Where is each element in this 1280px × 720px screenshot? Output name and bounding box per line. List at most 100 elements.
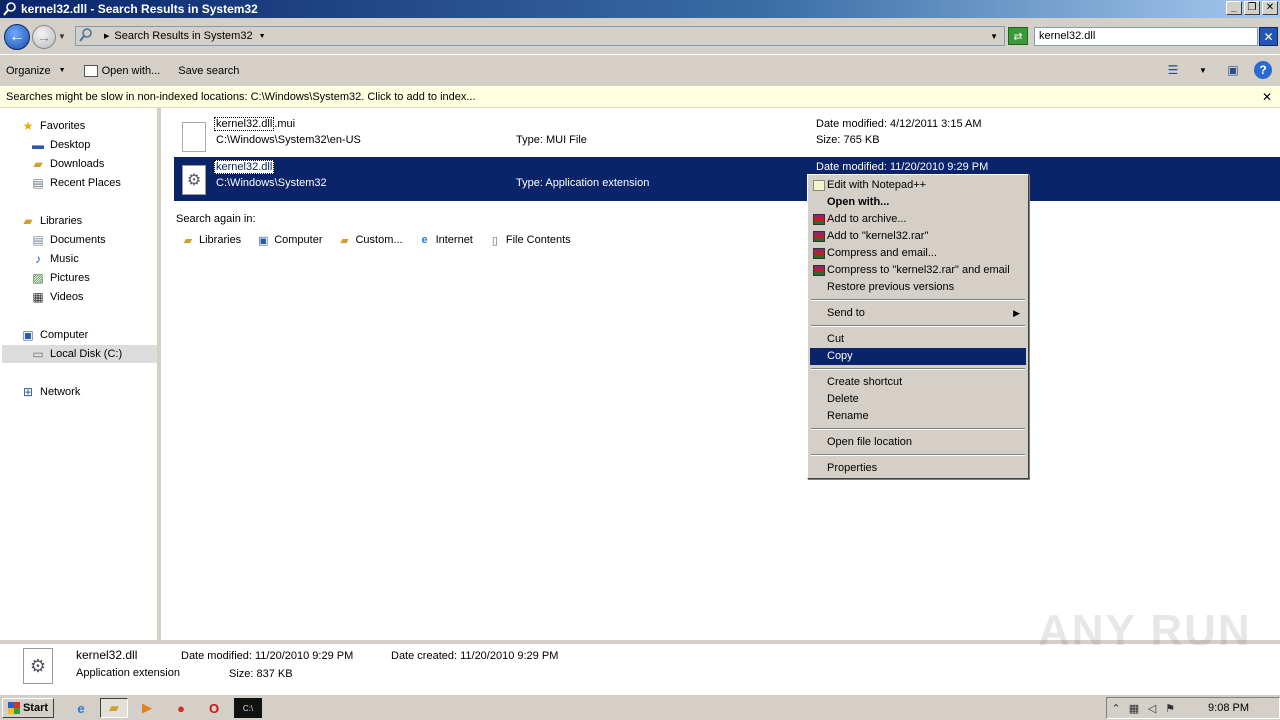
change-view-icon[interactable]: ☰ (1164, 61, 1182, 79)
hard-drive-icon: ▭ (32, 347, 44, 361)
internet-explorer-icon[interactable]: e (70, 698, 92, 718)
volume-icon[interactable]: ◁ (1143, 702, 1161, 715)
nav-pictures[interactable]: ▨ Pictures (30, 269, 89, 287)
address-bar: ← → ▼ ▶ Search Results in System32 ▼ ▼ ⇄… (0, 18, 1280, 54)
menu-item-open-with[interactable]: Open with... (810, 194, 1026, 211)
details-name: kernel32.dll (76, 648, 138, 662)
maximize-button[interactable]: ❐ (1244, 1, 1260, 15)
media-player-icon[interactable]: ▶ (136, 698, 158, 718)
preview-pane-icon[interactable]: ▣ (1224, 61, 1242, 79)
breadcrumb-search-results[interactable]: Search Results in System32 (114, 30, 252, 42)
nav-music[interactable]: ♪ Music (30, 250, 79, 268)
nav-desktop[interactable]: ▬ Desktop (30, 136, 90, 154)
help-icon[interactable]: ? (1254, 61, 1272, 79)
arrow-right-icon: → (37, 29, 51, 45)
view-dropdown-icon[interactable]: ▼ (1194, 61, 1212, 79)
result-path: C:\Windows\System32 (216, 177, 327, 189)
minimize-button[interactable]: _ (1226, 1, 1242, 15)
index-info-bar[interactable]: Searches might be slow in non-indexed lo… (0, 86, 1280, 108)
search-again-file-contents-label: File Contents (505, 234, 571, 246)
address-dropdown-icon[interactable]: ▼ (990, 32, 998, 41)
search-again-internet[interactable]: e Internet (417, 233, 473, 247)
nav-network[interactable]: ⊞ Network (20, 383, 80, 401)
menu-item-create-shortcut[interactable]: Create shortcut (810, 374, 1026, 391)
submenu-arrow-icon: ▶ (1013, 308, 1020, 318)
nav-libraries[interactable]: ▰ Libraries (20, 212, 82, 230)
clear-search-button[interactable]: ✕ (1259, 27, 1278, 46)
menu-label: Edit with Notepad++ (827, 179, 927, 191)
show-hidden-icons-icon[interactable]: ⌃ (1107, 702, 1125, 715)
menu-item-open-file-location[interactable]: Open file location (810, 434, 1026, 451)
menu-label: Add to archive... (827, 213, 907, 225)
search-again-custom-label: Custom... (355, 234, 403, 246)
search-again-libraries[interactable]: ▰ Libraries (180, 233, 241, 247)
menu-separator (811, 368, 1025, 370)
chrome-icon[interactable]: ● (170, 698, 192, 718)
navigation-pane: ★ Favorites ▬ Desktop ▰ Downloads ▤ Rece… (0, 108, 157, 640)
result-type: Type: MUI File (516, 134, 587, 146)
search-again-computer[interactable]: ▣ Computer (255, 233, 323, 247)
organize-button[interactable]: Organize ▼ (0, 65, 72, 77)
menu-item-rename[interactable]: Rename (810, 408, 1026, 425)
menu-item-compress-rar-email[interactable]: Compress to "kernel32.rar" and email (810, 262, 1026, 279)
nav-network-label: Network (40, 386, 81, 398)
address-field[interactable]: ▶ Search Results in System32 ▼ ▼ (75, 26, 1005, 46)
explorer-taskbar-icon[interactable]: ▰ (100, 698, 128, 718)
menu-item-delete[interactable]: Delete (810, 391, 1026, 408)
save-search-button[interactable]: Save search (172, 65, 245, 77)
breadcrumb-dropdown-icon[interactable]: ▼ (259, 33, 266, 40)
nav-downloads[interactable]: ▰ Downloads (30, 155, 104, 173)
search-again-label: Search again in: (176, 213, 256, 225)
start-button[interactable]: Start (2, 698, 54, 718)
context-menu: Edit with Notepad++ Open with... Add to … (807, 174, 1029, 479)
search-again-file-contents[interactable]: ▯ File Contents (487, 233, 571, 247)
result-row-selected[interactable]: ⚙ kernel32.dll C:\Windows\System32 Type:… (174, 157, 1280, 201)
result-path: C:\Windows\System32\en-US (216, 134, 361, 146)
result-row[interactable]: kernel32.dll .mui C:\Windows\System32\en-… (174, 114, 1280, 158)
info-bar-close-icon[interactable]: ✕ (1262, 86, 1272, 108)
search-window-icon (2, 1, 18, 17)
breadcrumb-chevron-icon[interactable]: ▶ (104, 32, 109, 40)
action-center-flag-icon[interactable]: ⚑ (1161, 702, 1179, 715)
nav-local-disk[interactable]: ▭ Local Disk (C:) (2, 345, 157, 363)
open-with-button[interactable]: Open with... (78, 64, 167, 77)
result-type: Type: Application extension (516, 177, 650, 189)
menu-label: Delete (827, 393, 859, 405)
menu-item-restore-previous[interactable]: Restore previous versions (810, 279, 1026, 296)
menu-item-edit-notepadpp[interactable]: Edit with Notepad++ (810, 177, 1026, 194)
network-icon: ⊞ (22, 385, 34, 399)
menu-separator (811, 428, 1025, 430)
menu-item-send-to[interactable]: Send to ▶ (810, 305, 1026, 322)
result-date: Date modified: 4/12/2011 3:15 AM (816, 118, 982, 130)
menu-item-add-to-archive[interactable]: Add to archive... (810, 211, 1026, 228)
clock[interactable]: 9:08 PM (1208, 702, 1249, 714)
refresh-button[interactable]: ⇄ (1008, 27, 1028, 45)
nav-favorites[interactable]: ★ Favorites (20, 117, 86, 135)
details-size: Size: 837 KB (229, 668, 293, 680)
menu-label: Create shortcut (827, 376, 903, 388)
file-icon (182, 122, 206, 152)
search-again-internet-label: Internet (435, 234, 473, 246)
search-input[interactable]: kernel32.dll (1034, 27, 1258, 46)
info-bar-text: Searches might be slow in non-indexed lo… (6, 91, 476, 103)
command-prompt-icon[interactable]: C:\ (234, 698, 262, 718)
nav-computer[interactable]: ▣ Computer (20, 326, 88, 344)
nav-recent-places[interactable]: ▤ Recent Places (30, 174, 121, 192)
menu-separator (811, 454, 1025, 456)
back-button[interactable]: ← (4, 24, 30, 50)
windows-logo-icon (7, 702, 20, 714)
network-status-icon[interactable]: ▦ (1125, 702, 1143, 715)
search-again-custom[interactable]: ▰ Custom... (336, 233, 402, 247)
menu-item-properties[interactable]: Properties (810, 460, 1026, 477)
opera-icon[interactable]: O (203, 698, 225, 718)
recent-pages-dropdown[interactable]: ▼ (58, 32, 66, 41)
close-button[interactable]: ✕ (1262, 1, 1278, 15)
menu-item-compress-email[interactable]: Compress and email... (810, 245, 1026, 262)
nav-documents[interactable]: ▤ Documents (30, 231, 105, 249)
forward-button[interactable]: → (32, 25, 56, 49)
menu-item-copy[interactable]: Copy (810, 348, 1026, 365)
menu-item-cut[interactable]: Cut (810, 331, 1026, 348)
folder-icon: ▰ (340, 234, 349, 247)
menu-item-add-to-rar[interactable]: Add to "kernel32.rar" (810, 228, 1026, 245)
nav-videos[interactable]: ▦ Videos (30, 288, 83, 306)
